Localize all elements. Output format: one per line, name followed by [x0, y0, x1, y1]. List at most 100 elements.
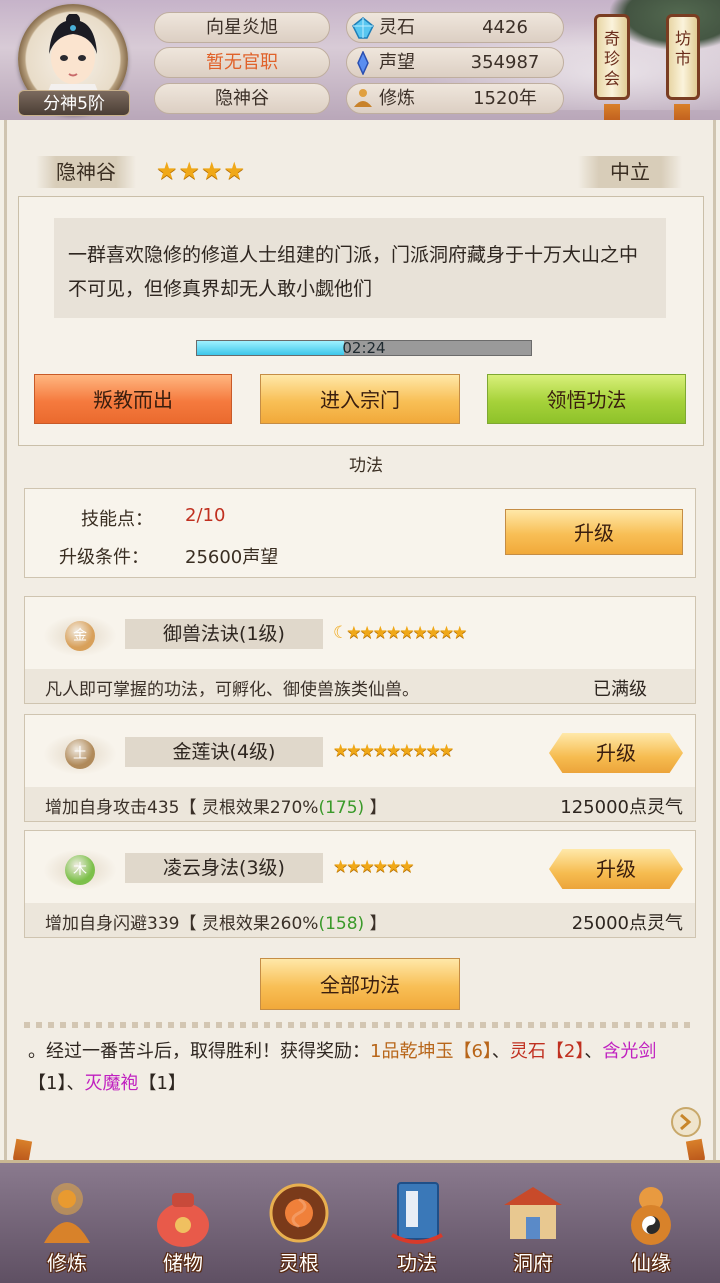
nav-label: 功法: [397, 1251, 437, 1275]
top-header: 分神5阶 向星炎旭 暂无官职 隐神谷 灵石 4426 声望 354987 修炼 …: [0, 0, 720, 120]
sect-name: 隐神谷: [154, 83, 330, 114]
market-label: 坊市: [674, 29, 691, 68]
skill-stars: ★★★★★★: [333, 857, 414, 877]
log-separator: 、: [584, 1041, 603, 1062]
meditation-icon: [354, 89, 372, 107]
log-prefix: 。经过一番苦斗后，取得胜利！获得奖励：: [28, 1041, 370, 1062]
skill-points-card: 技能点： 2/10 升级条件： 25600声望 升级: [24, 488, 696, 578]
skill-name: 御兽法诀(1级): [125, 619, 323, 649]
expand-log-icon[interactable]: [670, 1106, 702, 1138]
skill-book-icon: [391, 1182, 443, 1244]
market-button[interactable]: 坊市: [666, 14, 700, 100]
nav-label: 修炼: [47, 1251, 87, 1275]
element-earth-icon: 土: [65, 739, 95, 769]
log-separator: 、: [66, 1073, 85, 1094]
upgrade-condition-value: 25600声望: [185, 547, 279, 568]
log-item: 灭魔袍: [84, 1073, 139, 1094]
log-item-count: 【2】: [545, 1041, 585, 1062]
log-divider: [24, 1022, 696, 1028]
learn-skill-button[interactable]: 领悟功法: [487, 374, 686, 424]
upgrade-skill-points-button[interactable]: 升级: [505, 509, 683, 555]
skill-effect-text: 增加自身闪避339【 灵根效果260%: [45, 914, 319, 934]
skill-card: 木 凌云身法(3级) ★★★★★★ 升级 增加自身闪避339【 灵根效果260%…: [24, 830, 696, 938]
skill-bonus-value: (158): [318, 914, 365, 934]
skill-effect-text: 增加自身攻击435【 灵根效果270%: [45, 798, 319, 818]
log-item-count: 【1】: [28, 1073, 67, 1094]
betray-sect-button[interactable]: 叛教而出: [34, 374, 232, 424]
skill-star-row: ★★★★★★: [333, 857, 414, 877]
spirit-stone-icon: [352, 17, 374, 39]
skill-stars: ★★★★★★★★★: [333, 741, 454, 761]
log-item: 1品乾坤玉: [370, 1041, 454, 1062]
sect-stance: 中立: [578, 156, 682, 188]
skill-points-value: 2/10: [185, 505, 226, 526]
treasure-auction-label: 奇珍会: [603, 29, 620, 88]
sect-description: 一群喜欢隐修的修道人士组建的门派，门派洞府藏身于十万大山之中不可见，但修真界却无…: [54, 218, 666, 318]
enter-sect-button[interactable]: 进入宗门: [260, 374, 460, 424]
all-skills-button[interactable]: 全部功法: [260, 958, 460, 1010]
element-metal-icon: 金: [65, 621, 95, 651]
sect-timer-bar: 02:24: [196, 339, 532, 357]
treasure-auction-button[interactable]: 奇珍会: [594, 14, 630, 100]
cave-house-icon: [504, 1187, 562, 1239]
skill-detail-row: 增加自身攻击435【 灵根效果270%(175) 】 125000点灵气: [25, 787, 695, 821]
skill-effect-tail: 】: [364, 914, 387, 934]
nav-storage[interactable]: 储物: [128, 1173, 238, 1283]
skill-name: 金莲诀(4级): [125, 737, 323, 767]
resource-label: 修炼: [379, 88, 415, 109]
skill-points-label: 技能点：: [81, 509, 153, 530]
prestige-crystal-icon: [357, 51, 369, 75]
destiny-gourd-icon: [631, 1187, 671, 1245]
resource-value: 1520年: [473, 88, 537, 109]
upgrade-skill-button[interactable]: 升级: [549, 733, 683, 773]
resource-value: 4426: [482, 17, 528, 38]
skill-card: 土 金莲诀(4级) ★★★★★★★★★ 升级 增加自身攻击435【 灵根效果27…: [24, 714, 696, 822]
skill-card: 金 御兽法诀(1级) ☾★★★★★★★★★ 凡人即可掌握的功法，可孵化、御使兽族…: [24, 596, 696, 704]
skill-stars: ☾★★★★★★★★★: [333, 623, 467, 643]
nav-cave-house[interactable]: 洞府: [478, 1173, 588, 1283]
official-title: 暂无官职: [154, 47, 330, 78]
upgrade-skill-button[interactable]: 升级: [549, 849, 683, 889]
bottom-nav: 修炼 储物 灵根 功法 洞府 仙缘: [0, 1160, 720, 1283]
rank-badge: 分神5阶: [18, 90, 130, 116]
resource-prestige: 声望 354987: [346, 47, 564, 78]
log-separator: 、: [491, 1041, 510, 1062]
log-item: 灵石: [509, 1041, 546, 1062]
log-item-count: 【6】: [453, 1041, 492, 1062]
resource-label: 灵石: [379, 17, 415, 38]
nav-label: 洞府: [513, 1251, 553, 1275]
spirit-root-icon: [269, 1183, 329, 1243]
skill-star-row: ★★★★★★★★★: [333, 741, 454, 761]
skill-description: 增加自身攻击435【 灵根效果270%(175) 】: [45, 793, 387, 818]
skill-upgrade-cost: 25000点灵气: [571, 913, 683, 934]
skill-detail-row: 凡人即可掌握的功法，可孵化、御使兽族类仙兽。 已满级: [25, 669, 695, 703]
resource-cultivation: 修炼 1520年: [346, 83, 564, 114]
nav-skills[interactable]: 功法: [362, 1173, 472, 1283]
gongfa-section-title: 功法: [349, 456, 383, 476]
nav-label: 仙缘: [631, 1251, 671, 1275]
element-wood-icon: 木: [65, 855, 95, 885]
player-name: 向星炎旭: [154, 12, 330, 43]
skill-upgrade-cost: 125000点灵气: [560, 797, 683, 818]
nav-label: 储物: [163, 1251, 203, 1275]
battle-log: 。经过一番苦斗后，取得胜利！获得奖励：1品乾坤玉【6】、灵石【2】、含光剑【1】…: [28, 1036, 688, 1100]
resource-value: 354987: [470, 52, 540, 73]
nav-destiny[interactable]: 仙缘: [596, 1173, 706, 1283]
storage-bag-icon: [157, 1193, 209, 1247]
nav-cultivate[interactable]: 修炼: [12, 1173, 122, 1283]
sect-title: 隐神谷: [36, 156, 136, 188]
skill-max-level: 已满级: [593, 679, 647, 700]
nav-label: 灵根: [279, 1251, 319, 1275]
resource-label: 声望: [379, 52, 415, 73]
log-item-count: 【1】: [138, 1073, 186, 1094]
skill-name: 凌云身法(3级): [125, 853, 323, 883]
moon-icon: ☾: [333, 623, 348, 643]
skill-description: 凡人即可掌握的功法，可孵化、御使兽族类仙兽。: [45, 680, 419, 700]
sect-timer-text: 02:24: [342, 339, 386, 357]
nav-spirit-root[interactable]: 灵根: [244, 1173, 354, 1283]
upgrade-condition-label: 升级条件：: [59, 547, 149, 568]
skill-detail-row: 增加自身闪避339【 灵根效果260%(158) 】 25000点灵气: [25, 903, 695, 937]
skill-description: 增加自身闪避339【 灵根效果260%(158) 】: [45, 909, 387, 934]
skill-bonus-value: (175): [318, 798, 365, 818]
sect-stars: ★★★★: [156, 157, 247, 185]
